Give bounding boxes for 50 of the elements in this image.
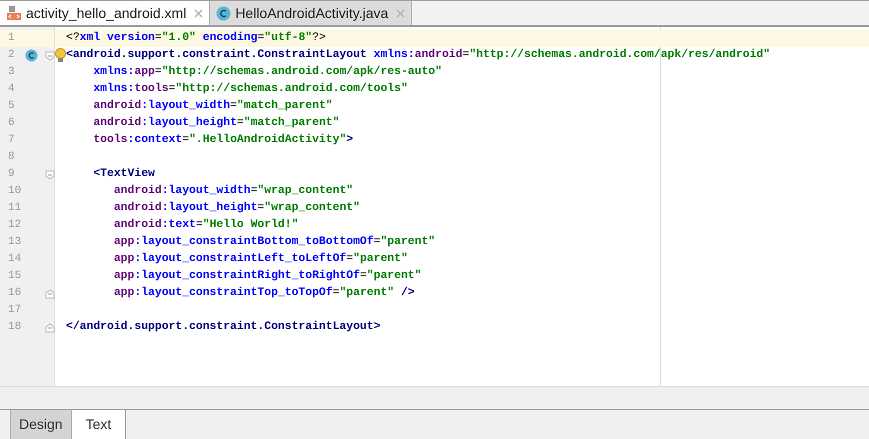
fold-marker-icon[interactable]: [45, 50, 55, 60]
code-line: <TextView: [92, 166, 155, 182]
close-icon[interactable]: [396, 8, 406, 18]
line-number: 10: [8, 184, 22, 200]
line-number: 5: [8, 99, 15, 114]
line-number: 8: [8, 150, 15, 166]
code-line: app:layout_constraintLeft_toLeftOf="parent": [112, 252, 408, 267]
code-line: tools:context=".HelloAndroidActivity">: [92, 132, 354, 148]
class-icon: [216, 6, 232, 20]
code-line: android:layout_width="match_parent": [92, 98, 333, 114]
code-line: xmlns:tools="http://schemas.android.com/tools": [92, 82, 408, 97]
line-number: 7: [8, 133, 15, 148]
line-number: 3: [8, 65, 15, 80]
xml-file-icon: [6, 5, 22, 21]
code-line: android:layout_width="wrap_content": [112, 184, 354, 199]
line-number: 14: [8, 252, 22, 268]
code-line: android:layout_height="match_parent": [92, 116, 340, 131]
lightbulb-icon[interactable]: [55, 48, 66, 63]
tab-label: HelloAndroidActivity.java: [235, 4, 388, 23]
line-number: 12: [8, 218, 22, 234]
line-number: 2: [8, 48, 15, 64]
fold-marker-icon[interactable]: [45, 170, 55, 180]
code-line: xmlns:app="http://schemas.android.com/apk/res-auto": [92, 64, 442, 80]
line-number: 17: [8, 303, 22, 318]
code-line: <android.support.constraint.ConstraintLayout xmlns:android="http://schemas.android.com/apk/res/android": [66, 48, 770, 63]
line-number: 15: [8, 269, 22, 284]
view-tab[interactable]: Design: [10, 410, 72, 439]
line-number: 13: [8, 235, 22, 250]
line-number: 4: [8, 82, 15, 98]
code-line: app:layout_constraintBottom_toBottomOf="parent": [112, 234, 436, 250]
line-number: 1: [8, 31, 15, 46]
line-number: 18: [8, 320, 22, 336]
close-icon[interactable]: [194, 8, 204, 18]
code-line: app:layout_constraintTop_toTopOf="parent" />: [112, 286, 415, 301]
class-icon[interactable]: [25, 49, 38, 62]
line-number: 11: [8, 201, 22, 216]
view-tab[interactable]: Text: [72, 410, 126, 439]
editor-tab[interactable]: HelloAndroidActivity.java: [210, 1, 412, 25]
editor-tab[interactable]: activity_hello_android.xml: [0, 1, 210, 25]
line-number: 16: [8, 286, 22, 302]
line-number: 9: [8, 167, 15, 182]
code-line: android:text="Hello World!": [112, 218, 298, 233]
code-line: android:layout_height="wrap_content": [112, 200, 360, 216]
code-line: </android.support.constraint.ConstraintLayout>: [66, 320, 380, 335]
fold-marker-icon[interactable]: [45, 288, 55, 298]
line-number: 6: [8, 116, 15, 132]
code-line: app:layout_constraintRight_toRightOf="parent": [112, 268, 422, 284]
code-line: <?xml version="1.0" encoding="utf-8"?>: [66, 30, 326, 46]
fold-marker-icon[interactable]: [45, 322, 55, 332]
tab-label: activity_hello_android.xml: [26, 4, 186, 23]
